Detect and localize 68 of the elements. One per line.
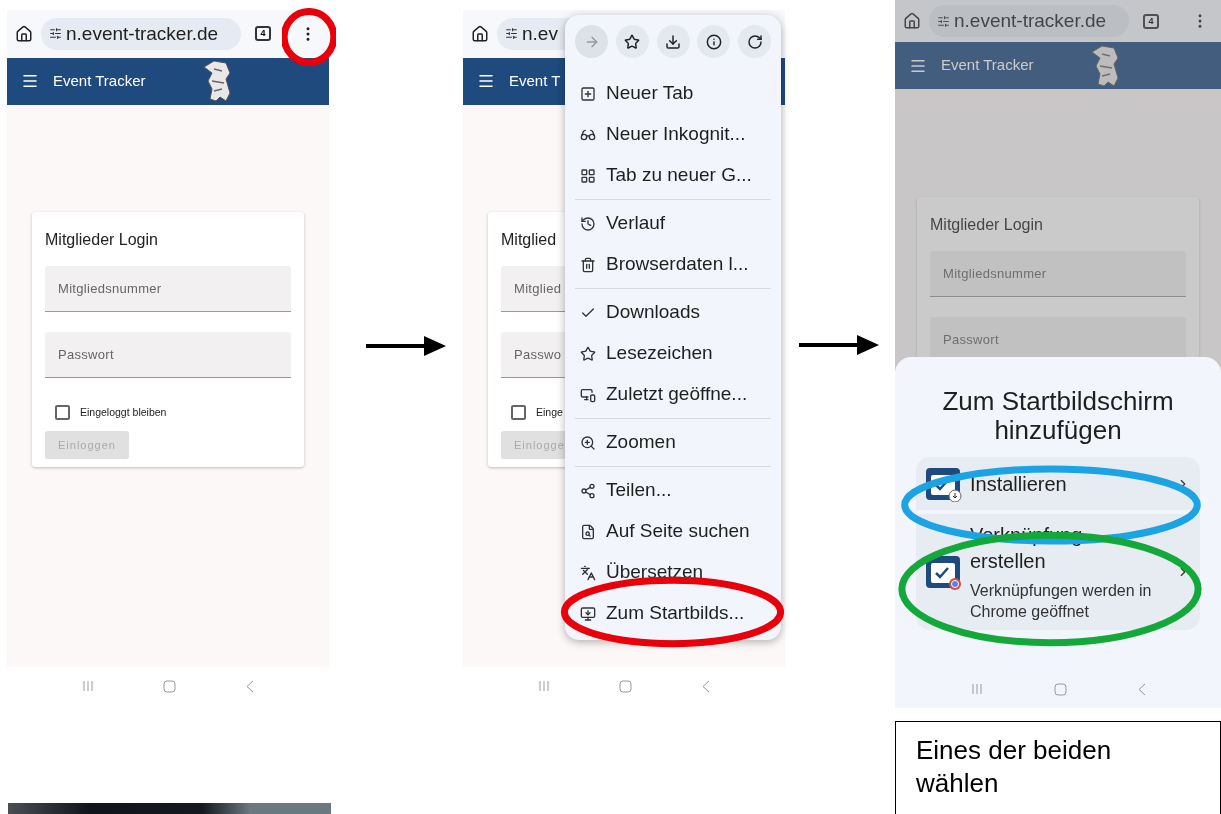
arrow-icon xyxy=(366,334,446,358)
menu-item[interactable]: Neuer Tab xyxy=(575,73,771,114)
info-icon xyxy=(705,33,722,50)
checkbox-label: Einge xyxy=(536,404,563,420)
arrow-icon xyxy=(799,333,879,357)
translate-icon xyxy=(580,564,596,581)
toolbar-button[interactable] xyxy=(656,25,690,58)
note-text: Eines der beiden wählen xyxy=(916,735,1112,798)
field-placeholder: Mitglied xyxy=(514,279,562,298)
url-text: n.event-tracker.de xyxy=(954,8,1107,33)
home-icon[interactable] xyxy=(15,24,33,43)
menu-item[interactable]: Lesezeichen xyxy=(575,333,771,374)
menu-item[interactable]: Browserdaten l... xyxy=(575,244,771,285)
menu-item[interactable]: Verlauf xyxy=(575,203,771,244)
checkbox-label: Eingeloggt bleiben xyxy=(80,404,167,420)
app-title: Event T xyxy=(509,71,561,92)
grid-icon xyxy=(580,167,596,184)
field-placeholder: Mitgliedsnummer xyxy=(58,279,162,298)
sheet-title: Zum Startbildschirm hinzufügen xyxy=(941,387,1175,445)
toolbar-button[interactable] xyxy=(697,25,731,58)
input-field[interactable]: Passwort xyxy=(45,331,291,378)
input-field[interactable]: Mitgliedsnummer xyxy=(45,265,291,312)
card-title: Mitglieder Login xyxy=(930,215,1043,235)
address-bar[interactable]: n.event-tracker.de xyxy=(41,17,241,50)
menu-item[interactable]: Zoomen xyxy=(575,422,771,463)
app-title: Event Tracker xyxy=(53,71,146,92)
share-icon xyxy=(580,482,596,499)
tab-count[interactable]: 4 xyxy=(255,26,271,42)
checkbox[interactable] xyxy=(55,405,70,421)
option-subtitle: Verknüpfungen werden in Chrome geöffnet xyxy=(970,581,1153,622)
card-title: Mitglied xyxy=(501,229,557,250)
zoom-in-icon xyxy=(580,434,596,451)
address-bar[interactable]: n.event-tracker.de xyxy=(929,5,1129,37)
trash-icon xyxy=(580,256,596,273)
devices-icon xyxy=(580,386,596,403)
site-settings-icon[interactable] xyxy=(937,14,950,28)
menu-item[interactable]: Neuer Inkognit... xyxy=(575,114,771,155)
site-settings-icon[interactable] xyxy=(49,27,62,41)
menu-item[interactable]: Teilen... xyxy=(575,470,771,511)
menu-item[interactable]: Downloads xyxy=(575,292,771,333)
field-placeholder: Passwort xyxy=(58,345,114,364)
card-title: Mitglieder Login xyxy=(45,229,158,250)
file-search-icon xyxy=(580,523,596,540)
app-title: Event Tracker xyxy=(941,55,1034,76)
field-placeholder: Passwo xyxy=(514,345,562,364)
star-icon xyxy=(580,345,596,362)
calendar-app-icon xyxy=(926,554,962,590)
monitor-download-icon xyxy=(580,605,596,622)
field-placeholder: Mitgliedsnummer xyxy=(943,264,1047,283)
option-title: Installieren xyxy=(970,471,1068,497)
history-icon xyxy=(580,215,596,232)
menu-item[interactable]: Übersetzen xyxy=(575,552,771,593)
checkbox[interactable] xyxy=(511,405,526,421)
site-settings-icon[interactable] xyxy=(505,27,518,41)
plus-square-icon xyxy=(580,85,596,102)
toolbar-button[interactable] xyxy=(615,25,649,58)
home-icon[interactable] xyxy=(471,24,489,43)
menu-item[interactable]: Zuletzt geöffne... xyxy=(575,374,771,415)
star-icon xyxy=(624,33,641,50)
url-text: n.event-tracker.de xyxy=(66,21,219,46)
tab-count[interactable]: 4 xyxy=(1143,13,1159,29)
url-text: n.ev xyxy=(522,21,558,46)
menu-item[interactable]: Tab zu neuer G... xyxy=(575,155,771,196)
reload-icon xyxy=(746,33,763,50)
field-placeholder: Passwort xyxy=(943,330,999,349)
menu-item[interactable]: Auf Seite suchen xyxy=(575,511,771,552)
download-icon xyxy=(665,33,681,50)
toolbar-button[interactable] xyxy=(738,25,771,58)
